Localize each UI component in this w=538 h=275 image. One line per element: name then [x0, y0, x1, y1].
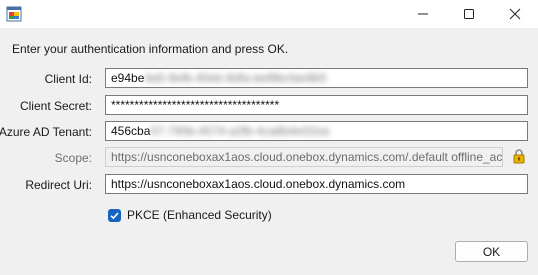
checkmark-icon: [110, 211, 119, 219]
redirect-uri-field[interactable]: https://usnconeboxax1aos.cloud.onebox.dy…: [105, 174, 528, 194]
client-secret-label: Client Secret:: [19, 99, 92, 113]
lock-icon[interactable]: [511, 148, 527, 164]
client-secret-field[interactable]: ************************************: [105, 95, 528, 115]
client-id-field[interactable]: e94be4a5-9efb-40eb-8dfa-bef8bcfae9b5: [105, 68, 528, 88]
scope-label: Scope:: [54, 151, 92, 165]
title-bar: [0, 0, 538, 28]
minimize-icon: [418, 13, 428, 15]
redirect-uri-label: Redirect Uri:: [25, 178, 92, 192]
close-button[interactable]: [492, 0, 538, 28]
scope-field[interactable]: https://usnconeboxax1aos.cloud.onebox.dy…: [105, 147, 503, 167]
app-icon: [6, 6, 22, 22]
auth-dialog: Enter your authentication information an…: [0, 0, 538, 275]
client-id-visible: e94be: [111, 71, 145, 85]
tenant-obscured: 07-790b-4574-a2fb-4ca8b4e02ea: [150, 124, 330, 138]
pkce-label: PKCE (Enhanced Security): [127, 208, 272, 222]
ok-button[interactable]: OK: [455, 241, 528, 262]
tenant-label: Azure AD Tenant:: [0, 125, 92, 139]
minimize-button[interactable]: [400, 0, 446, 28]
pkce-checkbox-row[interactable]: PKCE (Enhanced Security): [108, 208, 272, 222]
close-icon: [509, 8, 521, 20]
maximize-button[interactable]: [446, 0, 492, 28]
maximize-icon: [464, 9, 474, 19]
instructions-text: Enter your authentication information an…: [12, 42, 289, 56]
tenant-field[interactable]: 456cba07-790b-4574-a2fb-4ca8b4e02ea: [105, 121, 528, 141]
tenant-visible: 456cba: [111, 124, 151, 138]
client-id-obscured: 4a5-9efb-40eb-8dfa-bef8bcfae9b5: [144, 71, 327, 85]
client-id-label: Client Id:: [44, 72, 92, 86]
pkce-checkbox[interactable]: [108, 208, 121, 222]
